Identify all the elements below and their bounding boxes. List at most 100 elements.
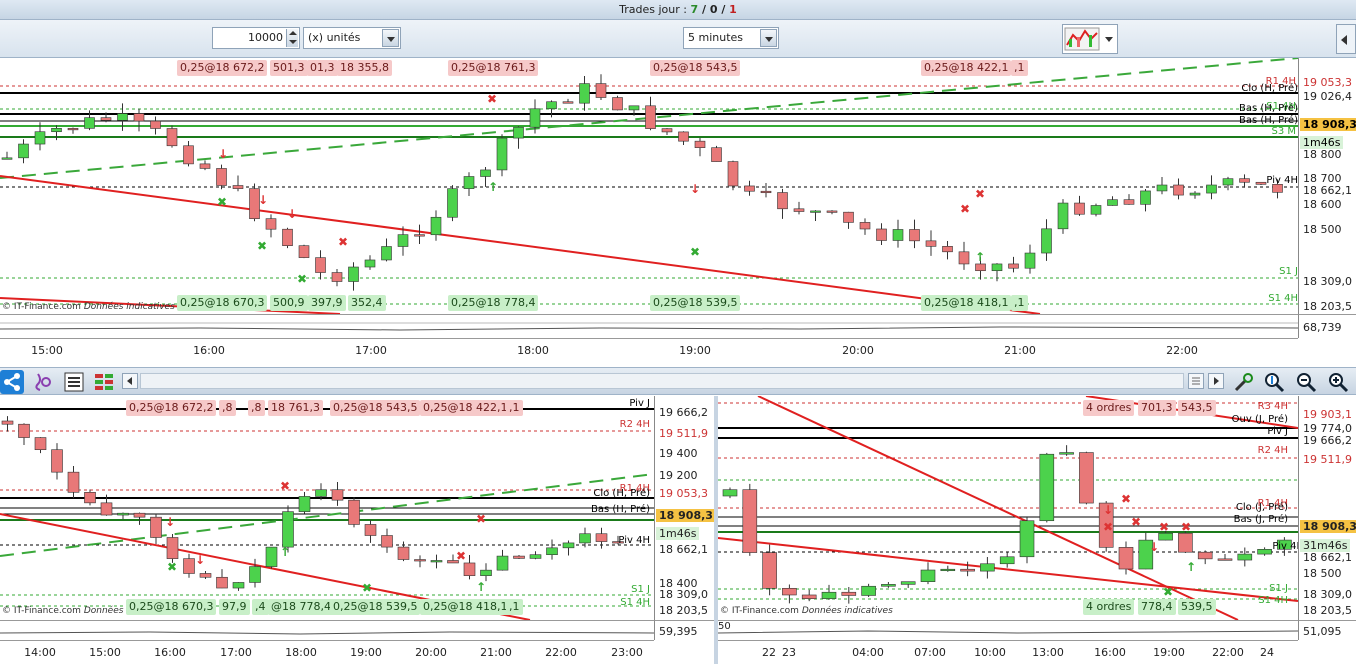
order-tag[interactable]: @18 778,4 [268, 599, 334, 615]
order-tag[interactable]: 18 355,8 [337, 60, 392, 76]
order-tag[interactable]: 4 ordres [1083, 400, 1135, 416]
candle-body [1217, 558, 1233, 561]
order-tag[interactable]: ,8 [219, 400, 236, 416]
order-tag[interactable]: 0,25@18 543,5 [650, 60, 741, 76]
bottom-left-time-axis: 14:00 15:00 16:00 17:00 18:00 19:00 20:00 21:00… [0, 640, 654, 664]
candle-body [100, 502, 113, 516]
order-tag[interactable]: 539,5 [1178, 599, 1216, 615]
candle-body [821, 591, 837, 599]
chevron-down-icon[interactable] [382, 29, 399, 47]
bottom-left-price-axis[interactable]: 19 666,2 19 511,9 19 400 19 200 19 053,3… [654, 396, 716, 620]
zoom-out-icon[interactable] [1294, 370, 1318, 394]
order-tag[interactable]: 543,5 [1178, 400, 1216, 416]
order-tag[interactable]: 0,25@18 778,4 [448, 295, 539, 311]
current-price-marker: 18 908,3 [656, 509, 716, 522]
trades-count-1: 7 [690, 3, 699, 16]
order-tag[interactable]: ,8 [248, 400, 265, 416]
order-tag[interactable]: 0,25@18 761,3 [448, 60, 539, 76]
candle-body [1024, 252, 1036, 269]
order-tag[interactable]: 0,25@18 539,5 [330, 599, 421, 615]
candle-body [331, 489, 344, 501]
bottom-left-chart-svg: ✖ ✖ ✖ ✖ ✖ ↓ ↓ ↑ ↑ [0, 408, 654, 620]
level-label: S1 J [631, 584, 650, 595]
list-icon[interactable] [62, 370, 86, 394]
oscillator-value: 59,395 [659, 625, 698, 638]
bottom-left-chart[interactable]: ✖✖✖✖✖↓↓↑↑ © IT-Finance.com Données indic… [0, 396, 654, 620]
candle-body [1041, 228, 1052, 254]
quantity-stepper[interactable] [286, 29, 298, 47]
bottom-left-oscillator[interactable] [0, 620, 655, 640]
main-chart-area[interactable]: ✖ ✖ ✖ ✖ ✖ ✖ ✖ ✖ ↓ ↓ ↓ ↑ ↓ ↑ © IT-Finance.com Données … [0, 58, 1298, 314]
collapse-panel-button[interactable] [1336, 24, 1356, 54]
chevron-down-icon[interactable] [760, 29, 777, 47]
time-label: 13:00 [1032, 646, 1064, 659]
time-label: 23 [782, 646, 796, 659]
trend-line [0, 175, 1041, 314]
order-tag[interactable]: 0,25@18 670,3 [126, 599, 217, 615]
order-tag[interactable]: ,1 [506, 400, 523, 416]
candle-body [980, 563, 995, 572]
share-icon[interactable] [0, 370, 24, 394]
columns-icon[interactable] [92, 370, 116, 394]
order-tag[interactable]: ,1 [506, 599, 523, 615]
order-tag[interactable]: ,4 [252, 599, 269, 615]
order-tag[interactable]: 0,25@18 543,5 [330, 400, 421, 416]
trade-marker: ✖ [1181, 520, 1191, 534]
order-tag[interactable]: 0,25@18 418,1 [921, 295, 1012, 311]
bottom-right-chart[interactable]: ✖ ✖ ✖ ✖ ✖ ✖ ↓ ↓ ↑ © IT-Finance.com Données indic… [718, 396, 1298, 620]
order-tag[interactable]: 352,4 [348, 295, 386, 311]
candle-body [249, 566, 261, 583]
order-tag[interactable]: 0,25@18 539,5 [650, 295, 741, 311]
zoom-in-icon[interactable] [1326, 370, 1350, 394]
time-label: 19:00 [350, 646, 382, 659]
level-label: Ouv (J, Pré) [1231, 414, 1288, 425]
time-label: 16:00 [1094, 646, 1126, 659]
candle-body [900, 581, 916, 585]
order-tag[interactable]: 97,9 [219, 599, 250, 615]
candle-body [1118, 547, 1134, 570]
scroll-right-button[interactable] [1208, 373, 1224, 389]
scroll-left-button[interactable] [122, 373, 138, 389]
order-tag[interactable]: 18 761,3 [268, 400, 323, 416]
trade-marker: ✖ [257, 239, 267, 253]
candle-body [84, 491, 96, 504]
bottom-right-price-axis[interactable]: 19 903,1 19 774,0 19 666,2 19 511,9 18 9… [1298, 396, 1356, 620]
time-label: 21:00 [480, 646, 512, 659]
time-label: 07:00 [914, 646, 946, 659]
scroll-handle[interactable] [1188, 373, 1204, 389]
order-tag[interactable]: 397,9 [308, 295, 346, 311]
order-tag[interactable]: 0,25@18 418,1 [420, 599, 511, 615]
order-tag[interactable]: 0,25@18 422,1 [420, 400, 511, 416]
time-label: 15:00 [89, 646, 121, 659]
order-tag[interactable]: 0,25@18 670,3 [177, 295, 268, 311]
order-tag[interactable]: 01,3 [307, 60, 338, 76]
link-icon[interactable] [32, 370, 56, 394]
main-price-axis[interactable]: 19 053,3 19 026,4 18 908,3 1m46s 18 800 … [1298, 58, 1356, 314]
candle-body [414, 559, 426, 562]
axis-label: 19 903,1 [1303, 408, 1352, 421]
chevron-down-icon[interactable] [1105, 37, 1113, 42]
main-oscillator-pane[interactable] [0, 314, 1299, 338]
order-tag[interactable]: 0,25@18 672,2 [126, 400, 217, 416]
order-tag[interactable]: 4 ordres [1083, 599, 1135, 615]
order-tag[interactable]: ,1 [1011, 295, 1028, 311]
order-tag[interactable]: 501,3 [270, 60, 308, 76]
order-tag[interactable]: 0,25@18 672,2 [177, 60, 268, 76]
quantity-input[interactable]: 10000 [212, 27, 300, 49]
interval-select[interactable]: 5 minutes [683, 27, 779, 49]
settings-icon[interactable] [1232, 370, 1256, 394]
indicator-menu-button[interactable] [1062, 24, 1118, 54]
scrollbar-track[interactable] [140, 373, 1184, 389]
order-tag[interactable]: ,1 [1011, 60, 1028, 76]
unit-select[interactable]: (x) unités [303, 27, 401, 49]
candle-body [480, 569, 492, 576]
order-tag[interactable]: 701,3 [1138, 400, 1176, 416]
order-tag[interactable]: 778,4 [1138, 599, 1176, 615]
candle-body [628, 105, 640, 111]
candle-body [760, 190, 772, 194]
order-tag[interactable]: 500,9 [270, 295, 308, 311]
bottom-right-oscillator[interactable]: 50 [717, 620, 1299, 640]
candle-body [744, 185, 755, 192]
zoom-fit-icon[interactable] [1262, 370, 1286, 394]
order-tag[interactable]: 0,25@18 422,1 [921, 60, 1012, 76]
